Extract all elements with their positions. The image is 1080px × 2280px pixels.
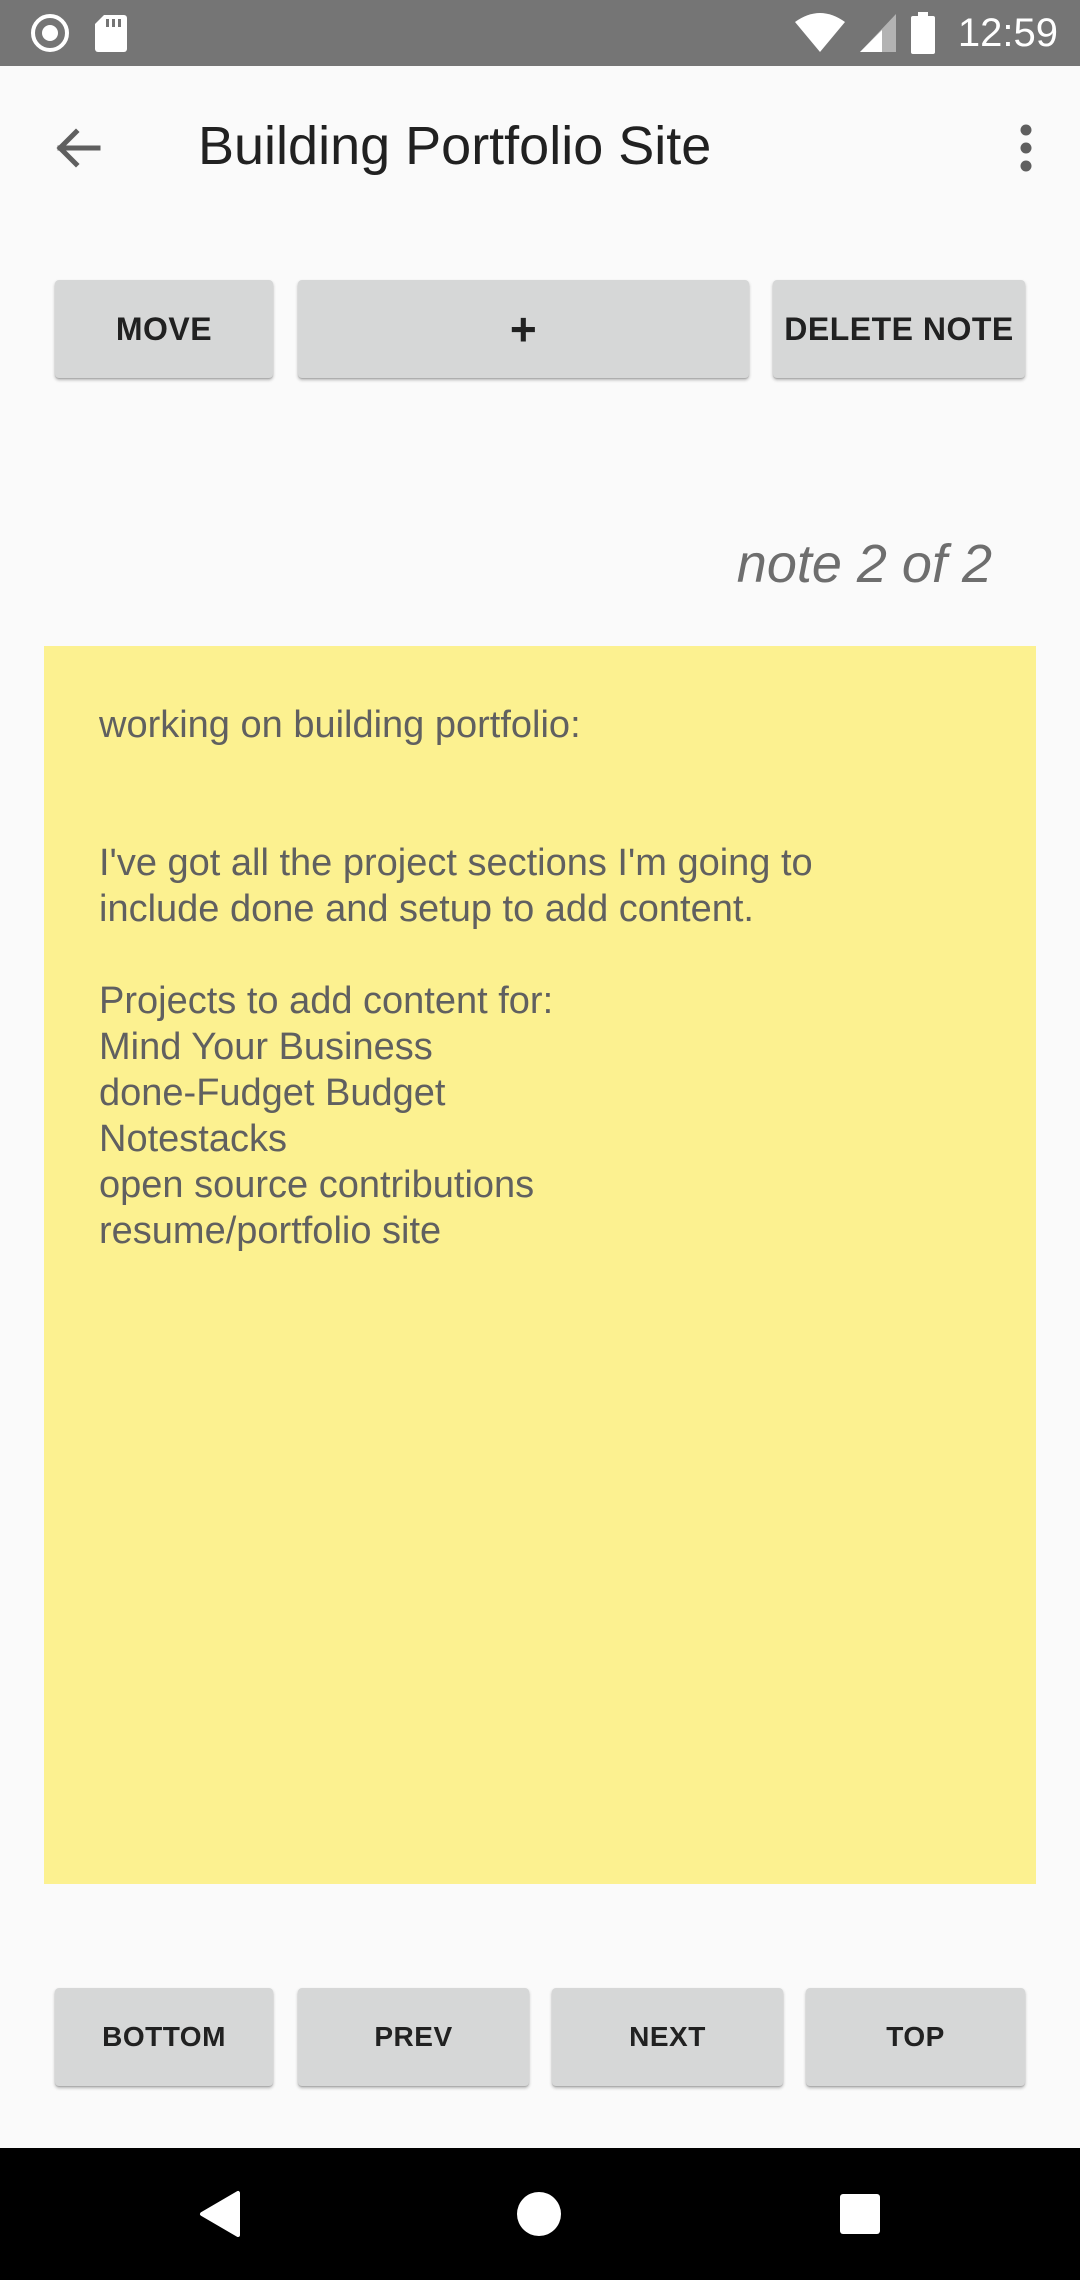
more-vert-icon	[1018, 124, 1034, 172]
back-button[interactable]	[42, 112, 114, 184]
sd-card-icon	[94, 13, 128, 53]
more-options-button[interactable]	[990, 112, 1062, 184]
status-bar: 12:59	[0, 0, 1080, 66]
record-icon	[30, 13, 70, 53]
page-title: Building Portfolio Site	[198, 116, 712, 176]
wifi-icon	[794, 12, 846, 54]
status-time: 12:59	[957, 11, 1058, 55]
note-body[interactable]: working on building portfolio: I've got …	[99, 702, 999, 1254]
status-bar-left	[30, 13, 128, 53]
back-triangle-icon	[198, 2190, 242, 2238]
prev-button[interactable]: PREV	[298, 1988, 529, 2086]
status-bar-right: 12:59	[794, 10, 1058, 56]
top-button[interactable]: TOP	[806, 1988, 1025, 2086]
system-recents-button[interactable]	[824, 2178, 896, 2250]
bottom-button[interactable]: BOTTOM	[55, 1988, 273, 2086]
app-bar: Building Portfolio Site	[0, 66, 1080, 226]
delete-note-button[interactable]: DELETE NOTE	[773, 280, 1025, 378]
cellular-signal-icon	[858, 12, 898, 54]
battery-icon	[910, 11, 936, 55]
next-button[interactable]: NEXT	[552, 1988, 783, 2086]
note-card[interactable]: working on building portfolio: I've got …	[44, 646, 1036, 1884]
move-button[interactable]: MOVE	[55, 280, 273, 378]
recents-square-icon	[838, 2192, 882, 2236]
back-arrow-icon	[52, 122, 104, 174]
home-circle-icon	[515, 2190, 563, 2238]
system-nav-bar	[0, 2148, 1080, 2280]
note-counter: note 2 of 2	[736, 534, 992, 594]
system-back-button[interactable]	[184, 2178, 256, 2250]
system-home-button[interactable]	[503, 2178, 575, 2250]
add-note-button[interactable]: +	[298, 280, 749, 378]
